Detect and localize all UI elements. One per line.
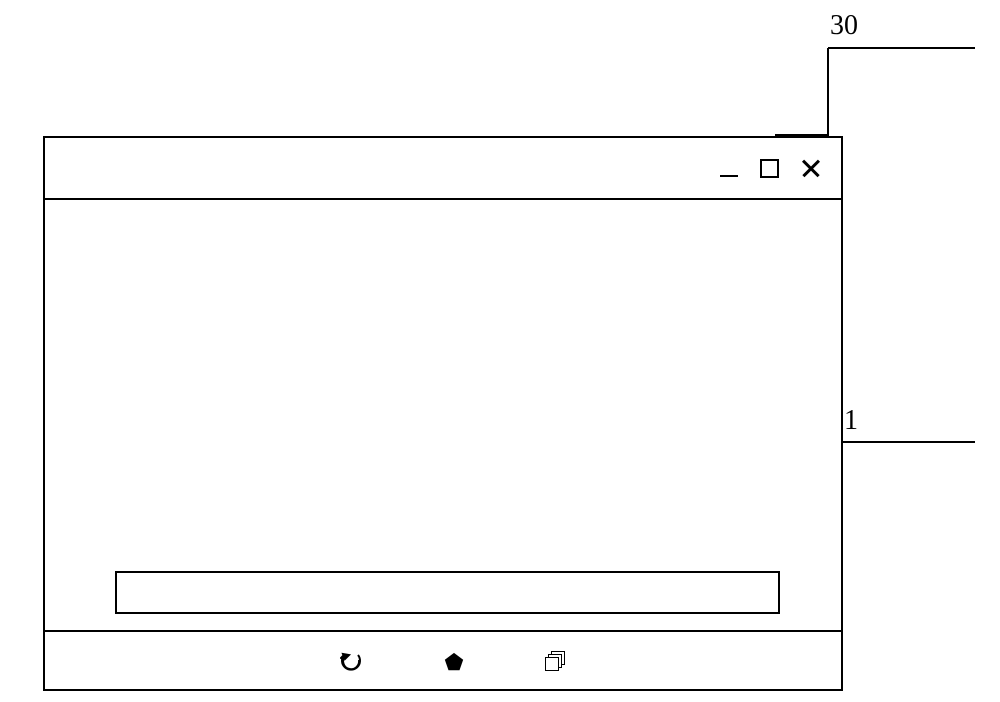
recent-apps-icon[interactable] [545,651,567,673]
maximize-icon[interactable] [760,159,779,178]
home-pentagon-icon[interactable] [443,651,465,673]
content-area [45,200,841,630]
app-window [43,136,843,691]
title-bar [45,138,841,200]
leader-line-30 [775,32,975,142]
input-bar[interactable] [115,571,780,614]
navigation-bar [45,630,841,691]
close-icon[interactable] [801,158,821,178]
minimize-icon[interactable] [720,159,738,177]
back-icon[interactable] [339,650,363,674]
